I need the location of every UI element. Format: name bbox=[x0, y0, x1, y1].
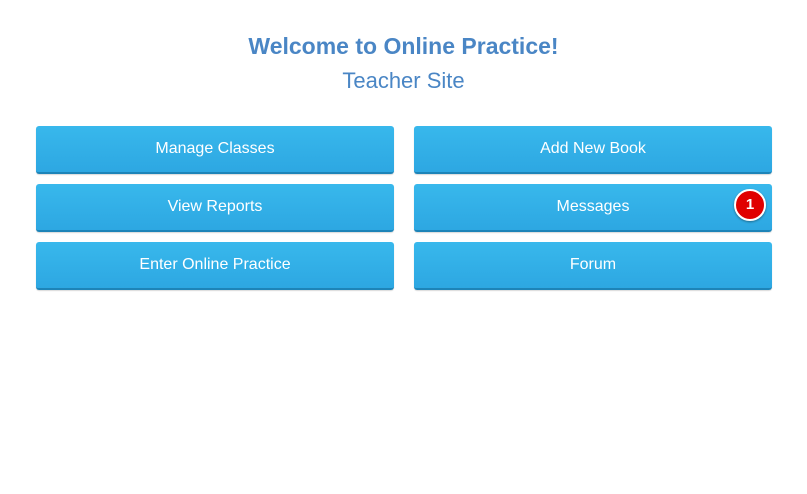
messages-label: Messages bbox=[556, 198, 630, 215]
page-title: Welcome to Online Practice! bbox=[248, 33, 559, 59]
forum-button[interactable]: Forum bbox=[414, 242, 772, 290]
unread-messages-badge: 1 bbox=[734, 189, 766, 221]
manage-classes-label: Manage Classes bbox=[155, 140, 275, 157]
view-reports-button[interactable]: View Reports bbox=[36, 184, 394, 232]
forum-label: Forum bbox=[569, 256, 617, 273]
teacher-home-page: Welcome to Online Practice! Teacher Site… bbox=[0, 0, 807, 494]
enter-online-practice-label: Enter Online Practice bbox=[139, 256, 291, 273]
main-menu-grid: Manage Classes Add New Book View Reports… bbox=[36, 126, 772, 290]
page-subtitle: Teacher Site bbox=[342, 68, 465, 93]
add-new-book-label: Add New Book bbox=[540, 140, 646, 157]
page-header: Welcome to Online Practice! Teacher Site bbox=[0, 30, 807, 96]
add-new-book-button[interactable]: Add New Book bbox=[414, 126, 772, 174]
enter-online-practice-button[interactable]: Enter Online Practice bbox=[36, 242, 394, 290]
messages-button[interactable]: Messages 1 bbox=[414, 184, 772, 232]
manage-classes-button[interactable]: Manage Classes bbox=[36, 126, 394, 174]
view-reports-label: View Reports bbox=[167, 198, 263, 215]
